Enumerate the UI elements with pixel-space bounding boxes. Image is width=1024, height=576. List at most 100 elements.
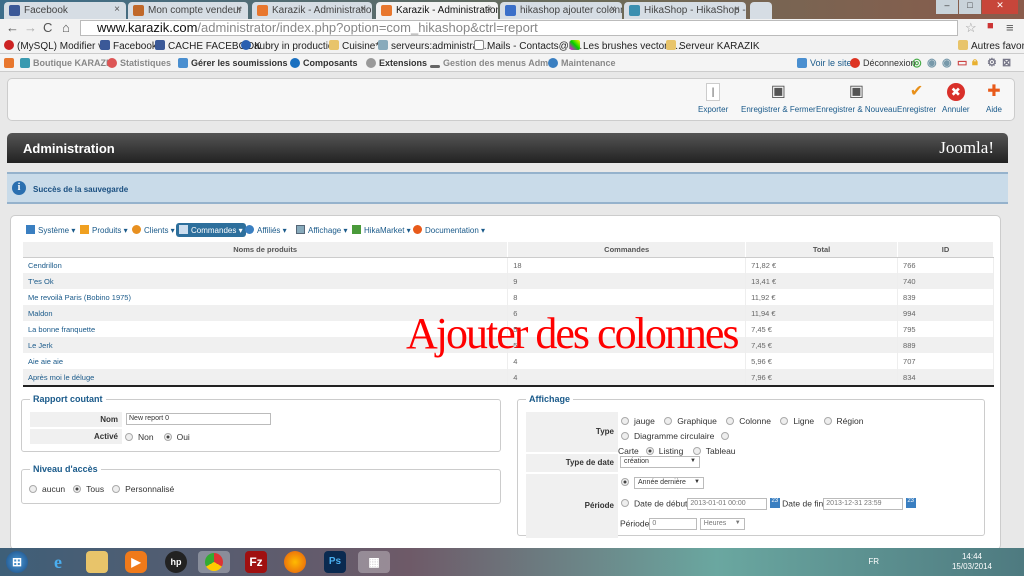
- upload-icon[interactable]: ◉: [927, 56, 937, 69]
- type-radio[interactable]: [823, 417, 832, 425]
- close-window-button[interactable]: ✕: [982, 0, 1018, 14]
- close-tab-icon[interactable]: ×: [486, 4, 492, 15]
- explorer-icon[interactable]: [86, 551, 108, 573]
- bookmark[interactable]: aubry in production: [241, 40, 339, 52]
- menu-composants[interactable]: Composants: [290, 58, 358, 68]
- export-button[interactable]: | Exporter: [698, 83, 728, 114]
- menu-soumissions[interactable]: Gérer les soumissions: [178, 58, 288, 68]
- ie-icon[interactable]: e: [47, 551, 69, 573]
- save-new-button[interactable]: ▣ Enregistrer & Nouveau: [816, 83, 897, 114]
- back-icon[interactable]: ←: [6, 20, 19, 35]
- lock-icon[interactable]: 🔒︎: [972, 56, 978, 69]
- menu-systeme[interactable]: Système ▾: [23, 223, 78, 237]
- column-header-product[interactable]: Noms de produits: [23, 242, 509, 258]
- menu-clients[interactable]: Clients ▾: [129, 223, 178, 237]
- active-no-radio[interactable]: [125, 433, 133, 441]
- extension-icon[interactable]: ■: [987, 20, 994, 32]
- menu-extensions[interactable]: Extensions: [366, 58, 427, 68]
- product-name-cell[interactable]: Cendrillon: [23, 257, 509, 273]
- system-clock[interactable]: 14:44 15/03/2014: [952, 552, 992, 572]
- save-button[interactable]: ✔ Enregistrer: [897, 83, 936, 114]
- media-player-icon[interactable]: ▶: [125, 551, 147, 573]
- tab-facebook[interactable]: Facebook ×: [4, 2, 126, 19]
- close-tab-icon[interactable]: ×: [734, 4, 740, 15]
- bookmark-star-icon[interactable]: ☆: [965, 20, 977, 36]
- menu-hikamarket[interactable]: HikaMarket ▾: [349, 223, 414, 237]
- menu-commandes[interactable]: Commandes ▾: [176, 223, 246, 237]
- type-radio[interactable]: [780, 417, 789, 425]
- menu-boutique[interactable]: Boutique KARAZIK: [20, 58, 115, 68]
- bookmark[interactable]: Mails - Contacts@k...: [474, 40, 582, 52]
- cancel-button[interactable]: ✖ Annuler: [942, 83, 970, 114]
- calendar-icon[interactable]: ▭: [957, 56, 967, 69]
- table-row[interactable]: Cendrillon 18 71,82 €766: [23, 257, 994, 273]
- tab-karazik-admin[interactable]: Karazik - Administration -×: [252, 2, 372, 19]
- bookmark[interactable]: serveurs:administrat...: [378, 40, 489, 52]
- language-indicator[interactable]: FR: [868, 557, 879, 566]
- column-header-id[interactable]: ID: [897, 242, 994, 258]
- reload-icon[interactable]: C: [43, 20, 52, 35]
- tab-hikashop-search[interactable]: hikashop ajouter colonne ×: [500, 2, 622, 19]
- refresh-icon[interactable]: ◎: [912, 56, 922, 69]
- period-custom-radio[interactable]: [621, 499, 629, 508]
- period-input[interactable]: 0: [649, 518, 698, 530]
- save-close-button[interactable]: ▣ Enregistrer & Fermer: [741, 83, 816, 114]
- menu-affilies[interactable]: Affiliés ▾: [242, 223, 290, 237]
- type-radio[interactable]: [692, 447, 701, 455]
- home-icon[interactable]: ⌂: [62, 20, 70, 35]
- tab-karazik-admin-active[interactable]: Karazik - Administration - ×: [376, 2, 498, 19]
- type-radio[interactable]: [664, 417, 673, 425]
- joomla-icon[interactable]: [4, 58, 17, 68]
- table-row[interactable]: Après moi le déluge 4 7,96 €834: [23, 369, 994, 385]
- gear-icon[interactable]: ⚙: [987, 56, 997, 69]
- tab-hikashop[interactable]: HikaShop - HikaShop - N ×: [624, 2, 746, 19]
- other-bookmarks-folder[interactable]: Autres favoris: [958, 40, 1024, 52]
- close-tab-icon[interactable]: ×: [114, 4, 120, 15]
- remote-desktop-icon[interactable]: ▦: [358, 551, 390, 573]
- chrome-icon[interactable]: [198, 551, 230, 573]
- product-name-cell[interactable]: Me revoilà Paris (Bobino 1975): [23, 289, 509, 305]
- logout-link[interactable]: Déconnexion: [850, 58, 916, 68]
- close-tab-icon[interactable]: ×: [236, 4, 242, 15]
- filezilla-icon[interactable]: Fz: [245, 551, 267, 573]
- download-icon[interactable]: ◉: [942, 56, 952, 69]
- firefox-icon[interactable]: [284, 551, 306, 573]
- bookmark-folder[interactable]: Serveur KARAZIK: [666, 40, 760, 52]
- hp-icon[interactable]: hp: [165, 551, 187, 573]
- calendar-icon[interactable]: 23: [905, 498, 916, 508]
- close-tab-icon[interactable]: ×: [610, 4, 616, 15]
- menu-affichage[interactable]: Affichage ▾: [293, 223, 350, 237]
- bookmark[interactable]: (MySQL) Modifier v...: [4, 40, 111, 52]
- access-none-radio[interactable]: [29, 485, 37, 493]
- new-tab-button[interactable]: [750, 2, 772, 19]
- menu-produits[interactable]: Produits ▾: [77, 223, 131, 237]
- menu-gestion-menus[interactable]: Gestion des menus Admin: [430, 58, 556, 68]
- period-preset-select[interactable]: Année dernière: [634, 477, 704, 489]
- close-tab-icon[interactable]: ×: [360, 4, 366, 15]
- close-icon[interactable]: ⊠: [1002, 56, 1011, 69]
- period-preset-radio[interactable]: [621, 478, 629, 487]
- type-radio[interactable]: [645, 447, 654, 455]
- bookmark-folder[interactable]: Cuisine*: [329, 40, 379, 52]
- help-button[interactable]: ✚ Aide: [985, 83, 1003, 114]
- period-unit-select[interactable]: Heures: [699, 518, 745, 530]
- bookmark[interactable]: Facebook: [100, 40, 157, 52]
- date-type-select[interactable]: création: [620, 456, 700, 468]
- menu-statistiques[interactable]: Statistiques: [107, 58, 171, 68]
- forward-icon[interactable]: →: [24, 20, 37, 35]
- access-all-radio[interactable]: [73, 485, 82, 493]
- product-name-cell[interactable]: T'es Ok: [23, 273, 509, 289]
- access-custom-radio[interactable]: [112, 485, 121, 493]
- type-radio[interactable]: [621, 432, 629, 440]
- minimize-button[interactable]: –: [936, 0, 958, 14]
- active-yes-radio[interactable]: [163, 433, 172, 441]
- url-input[interactable]: www.karazik.com/administrator/index.php?…: [80, 20, 958, 36]
- start-button[interactable]: ⊞: [6, 551, 28, 573]
- start-date-input[interactable]: 2013-01-01 00:00: [687, 498, 768, 510]
- type-radio[interactable]: [726, 417, 735, 425]
- tab-compte-vendeur[interactable]: Mon compte vendeur ×: [128, 2, 248, 19]
- menu-documentation[interactable]: Documentation ▾: [410, 223, 488, 237]
- table-row[interactable]: Me revoilà Paris (Bobino 1975) 8 11,92 €83…: [23, 289, 994, 305]
- view-site-link[interactable]: Voir le site: [797, 58, 852, 68]
- menu-icon[interactable]: ≡: [1006, 20, 1014, 35]
